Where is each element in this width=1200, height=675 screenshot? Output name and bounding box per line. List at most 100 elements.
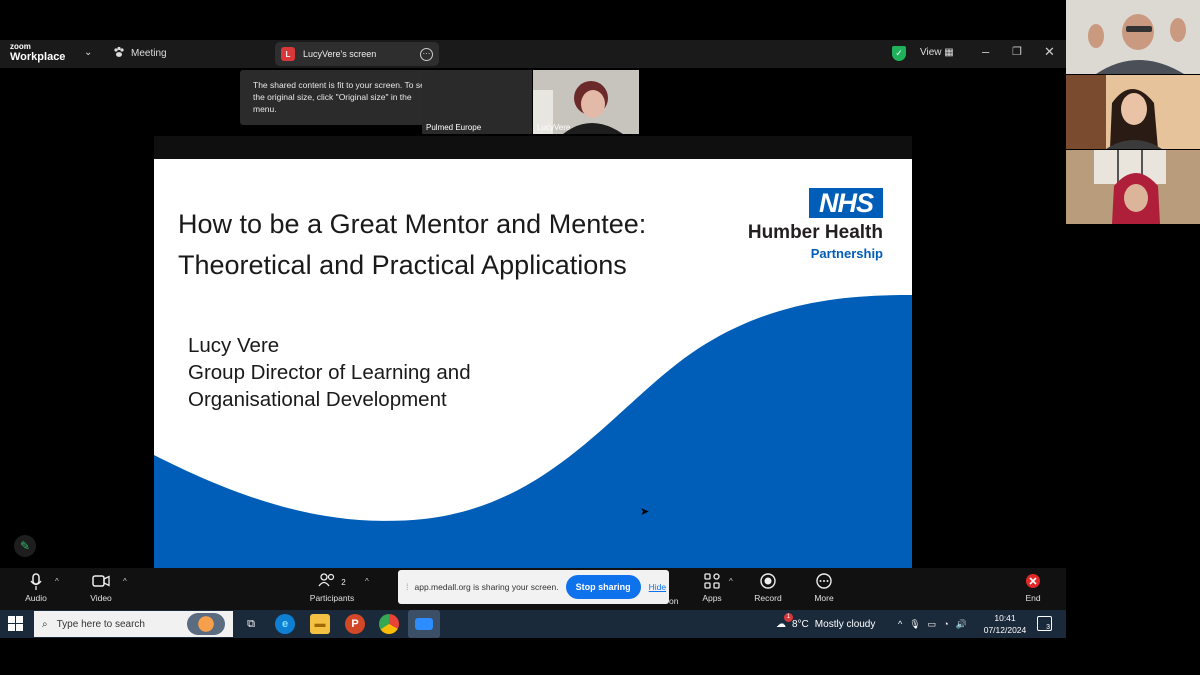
participant-3-feed bbox=[1066, 150, 1200, 224]
video-label: Video bbox=[90, 593, 112, 603]
participants-caret-icon[interactable]: ^ bbox=[365, 577, 369, 586]
participants-count: 2 bbox=[341, 578, 346, 587]
clock-date: 07/12/2024 bbox=[983, 625, 1027, 635]
edge-browser-icon[interactable]: e bbox=[275, 614, 295, 634]
hide-link[interactable]: Hide bbox=[649, 582, 666, 592]
chevron-down-icon[interactable]: ⌄ bbox=[84, 47, 92, 58]
search-highlight-icon bbox=[187, 613, 225, 635]
logo-large-text: Workplace bbox=[10, 51, 66, 63]
zoom-taskbar-icon[interactable] bbox=[408, 610, 440, 638]
powerpoint-icon[interactable]: P bbox=[345, 614, 365, 634]
org-name: Humber Health bbox=[747, 222, 883, 243]
stop-sharing-button[interactable]: Stop sharing bbox=[565, 575, 641, 599]
logo-small-text: zoom bbox=[10, 42, 31, 51]
zoom-title-bar: zoom Workplace ⌄ Meeting L LucyVere's sc… bbox=[0, 40, 1066, 68]
security-shield-icon[interactable]: ✓ bbox=[892, 46, 906, 61]
mini-video-tile-left[interactable]: Pulmed Europe bbox=[422, 70, 532, 134]
task-view-icon[interactable]: ⧉ bbox=[241, 614, 261, 634]
battery-icon[interactable]: ▭ bbox=[928, 619, 937, 630]
annotate-pencil-icon[interactable]: ✎ bbox=[14, 535, 36, 557]
taskbar-clock[interactable]: 10:41 07/12/2024 bbox=[980, 612, 1030, 636]
presenter-name: Lucy Vere bbox=[188, 334, 280, 357]
mini-tile-left-name: Pulmed Europe bbox=[426, 123, 482, 132]
sharer-avatar: L bbox=[281, 47, 295, 61]
participant-2-feed bbox=[1066, 75, 1200, 149]
record-label: Record bbox=[754, 593, 782, 603]
participant-video-1[interactable] bbox=[1066, 0, 1200, 74]
slide-title-line-1: How to be a Great Mentor and Mentee: bbox=[178, 209, 647, 239]
more-label: More bbox=[814, 593, 834, 603]
notification-center-icon[interactable]: 3 bbox=[1037, 616, 1052, 631]
close-icon[interactable]: ✕ bbox=[1044, 44, 1055, 60]
grid-icon: ▦ bbox=[944, 47, 954, 58]
tray-chevron-icon[interactable]: ^ bbox=[898, 619, 902, 629]
end-meeting-button[interactable]: End bbox=[1008, 573, 1058, 603]
weather-badge: 1 bbox=[784, 612, 793, 622]
presenter-role-line-2: Organisational Development bbox=[188, 388, 447, 411]
nhs-logo: NHS bbox=[809, 188, 883, 218]
mouse-cursor-icon: ➤ bbox=[640, 506, 650, 518]
minimize-icon[interactable]: – bbox=[982, 44, 989, 59]
file-explorer-icon[interactable]: ▬ bbox=[310, 614, 330, 634]
participants-label: Participants bbox=[309, 593, 355, 603]
drag-handle-icon[interactable]: ⁞ bbox=[406, 582, 409, 592]
more-icon bbox=[799, 573, 849, 593]
fit-to-screen-tooltip: The shared content is fit to your screen… bbox=[240, 70, 449, 125]
audio-label: Audio bbox=[25, 593, 47, 603]
more-options-icon[interactable]: ⋯ bbox=[420, 47, 433, 61]
notification-count: 3 bbox=[1046, 624, 1050, 631]
participant-1-feed bbox=[1066, 0, 1200, 74]
audio-button[interactable]: Audio bbox=[11, 573, 61, 603]
weather-widget[interactable]: ☁ 1 8°C Mostly cloudy bbox=[776, 610, 875, 638]
participant-video-2[interactable] bbox=[1066, 75, 1200, 149]
participants-button[interactable]: 2 Participants bbox=[306, 573, 358, 603]
video-options-caret-icon[interactable]: ^ bbox=[123, 577, 127, 586]
system-tray: ^ 🎙 ▭ ◔ 🔊 bbox=[898, 610, 967, 638]
cloud-icon: ☁ 1 bbox=[776, 612, 793, 630]
weather-text: Mostly cloudy bbox=[814, 618, 876, 630]
tray-microphone-icon[interactable]: 🎙 bbox=[909, 619, 920, 630]
end-icon bbox=[1008, 573, 1058, 593]
presenter-block: Lucy Vere Group Director of Learning and… bbox=[188, 332, 471, 413]
clock-time: 10:41 bbox=[994, 613, 1016, 623]
search-icon: ⌕ bbox=[42, 618, 48, 630]
participants-icon: 2 bbox=[306, 573, 358, 593]
tooltip-text: The shared content is fit to your screen… bbox=[253, 80, 430, 114]
more-button[interactable]: More bbox=[799, 573, 849, 603]
windows-taskbar: ⌕ Type here to search ⧉ e ▬ P ☁ 1 8°C Mos… bbox=[0, 610, 1066, 638]
slide-top-strip bbox=[154, 136, 912, 159]
end-label: End bbox=[1025, 593, 1041, 603]
audio-options-caret-icon[interactable]: ^ bbox=[55, 577, 59, 586]
meeting-info-button[interactable]: Meeting bbox=[113, 46, 167, 61]
meeting-toolbar: Audio ^ Video ^ 2 Participants ^ on ⁞ ap… bbox=[0, 568, 1066, 610]
record-button[interactable]: Record bbox=[743, 573, 793, 603]
windows-start-icon[interactable] bbox=[8, 616, 24, 632]
microphone-icon bbox=[11, 573, 61, 593]
screen-share-label: LucyVere's screen bbox=[303, 49, 377, 59]
apps-caret-icon[interactable]: ^ bbox=[729, 577, 733, 586]
slide-title: How to be a Great Mentor and Mentee: The… bbox=[178, 204, 646, 286]
mini-video-tile-right[interactable]: LucyVere bbox=[533, 70, 639, 134]
weather-temp: 8°C bbox=[792, 618, 809, 630]
meeting-label: Meeting bbox=[131, 48, 167, 59]
wifi-icon[interactable]: ◔ bbox=[943, 619, 948, 629]
restore-icon[interactable]: ❐ bbox=[1012, 45, 1022, 58]
sharing-message: app.medall.org is sharing your screen. bbox=[414, 582, 559, 592]
camera-icon bbox=[76, 573, 126, 593]
view-button[interactable]: View ▦ bbox=[920, 47, 954, 58]
chrome-icon[interactable] bbox=[379, 614, 399, 634]
record-icon bbox=[743, 573, 793, 593]
video-button[interactable]: Video bbox=[76, 573, 126, 603]
org-subtitle: Partnership bbox=[810, 246, 883, 261]
search-placeholder: Type here to search bbox=[56, 618, 145, 630]
taskbar-search-box[interactable]: ⌕ Type here to search bbox=[34, 611, 233, 637]
screen-sharing-bar: ⁞ app.medall.org is sharing your screen.… bbox=[398, 570, 669, 604]
view-label: View bbox=[920, 47, 942, 58]
screen-share-pill[interactable]: L LucyVere's screen ⋯ bbox=[275, 42, 439, 66]
participant-video-3[interactable] bbox=[1066, 150, 1200, 224]
shared-slide: How to be a Great Mentor and Mentee: The… bbox=[154, 159, 912, 568]
volume-icon[interactable]: 🔊 bbox=[956, 619, 967, 630]
presenter-role-line-1: Group Director of Learning and bbox=[188, 361, 471, 384]
zoom-logo: zoom Workplace bbox=[10, 43, 65, 63]
zoom-meeting-window: zoom Workplace ⌄ Meeting L LucyVere's sc… bbox=[0, 0, 1200, 675]
